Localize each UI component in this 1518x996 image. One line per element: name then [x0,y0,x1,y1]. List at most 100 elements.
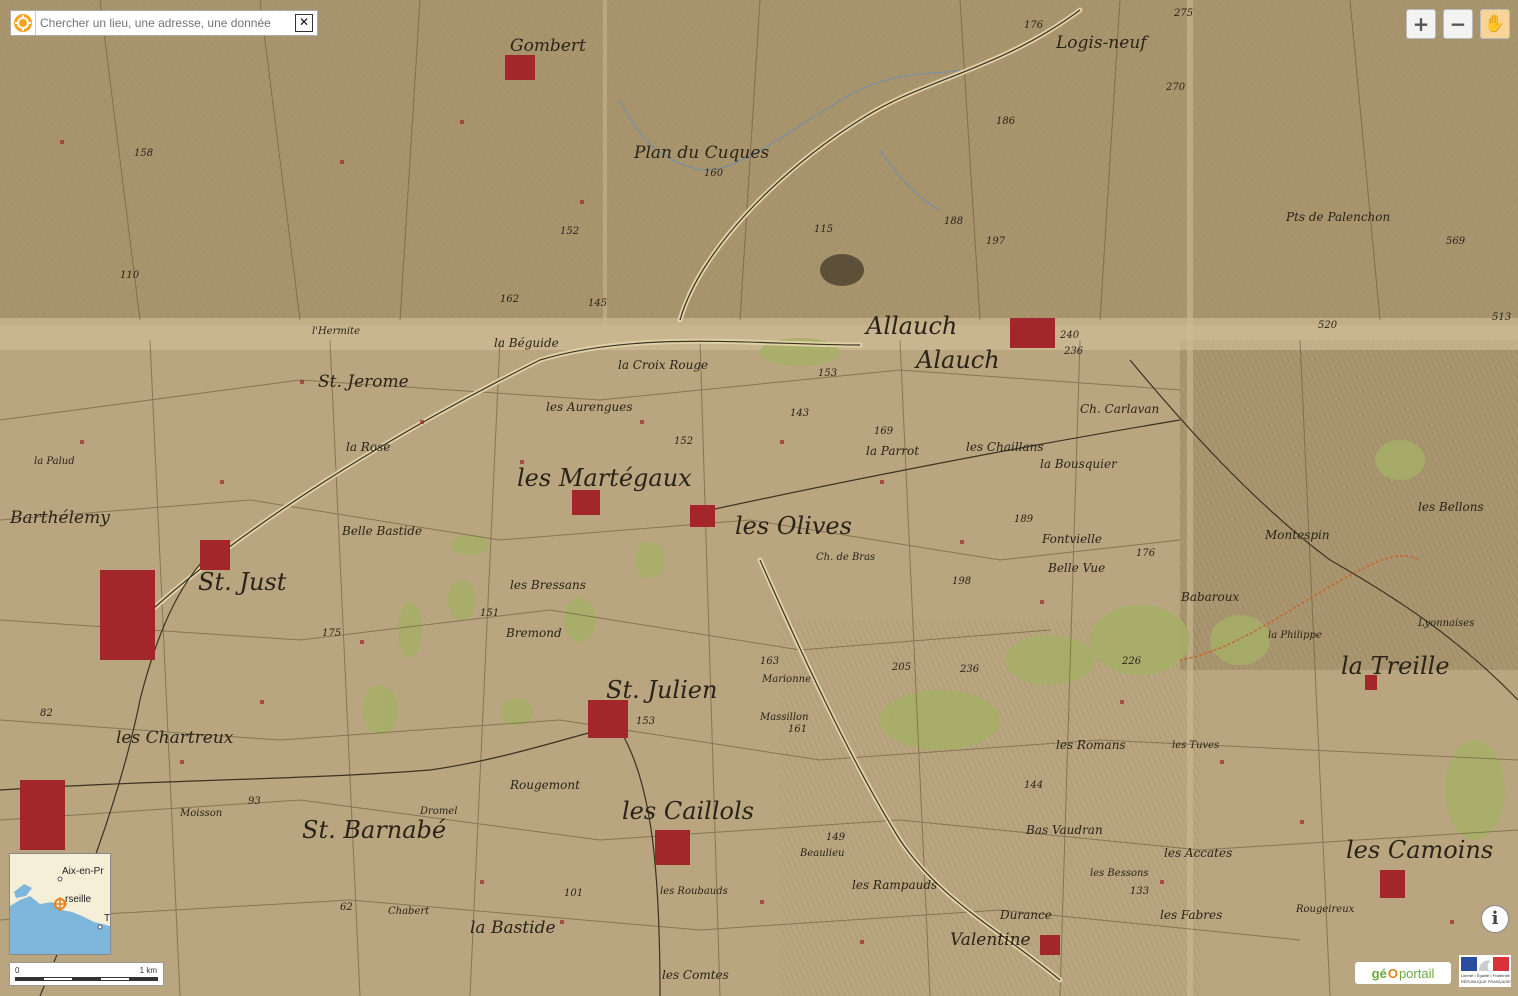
target-icon [14,14,32,32]
place-label: Marionne [762,674,811,685]
scale-zero-label: 0 [15,966,20,975]
place-label: les Aurengues [546,400,633,414]
place-label: la Bastide [470,918,556,938]
place-label: les Chaillans [966,440,1044,454]
place-label: Belle Vue [1048,561,1106,575]
place-label: Fontvielle [1042,532,1102,546]
place-label: Moisson [180,808,223,819]
place-label: Durance [1000,908,1052,922]
place-label: les Olives [735,512,852,540]
altitude-label: 152 [674,436,694,447]
geolocate-button[interactable] [11,11,36,35]
altitude-label: 198 [952,576,972,587]
info-button[interactable]: i [1481,905,1509,933]
altitude-label: 176 [1136,548,1156,559]
place-label: Dromel [420,806,458,817]
altitude-label: 133 [1130,886,1150,897]
info-icon: i [1491,908,1499,929]
republique-name: RÉPUBLIQUE FRANÇAISE [1461,979,1511,984]
place-label: les Bressans [510,578,586,592]
place-label: les Comtes [662,968,729,982]
republique-motto: Liberté • Égalité • Fraternité [1461,973,1510,978]
geoportail-logo-portail: portail [1398,965,1435,981]
altitude-label: 161 [788,724,808,735]
place-label: Alauch [916,346,1000,374]
place-label: l'Hermite [312,326,360,337]
plus-icon: + [1412,12,1430,36]
pan-tool-button[interactable]: ✋ [1480,9,1510,39]
place-label: St. Jerome [318,372,409,392]
scale-ruler [15,977,158,981]
altitude-label: 163 [760,656,780,667]
altitude-label: 152 [560,226,580,237]
altitude-label: 186 [996,116,1016,127]
zoom-out-button[interactable]: − [1443,9,1473,39]
place-label: Ch. Carlavan [1080,402,1160,416]
geoportail-logo[interactable]: gé O portail [1355,962,1451,984]
marianne-icon [1461,957,1509,971]
altitude-label: 176 [1024,20,1044,31]
place-label: Pts de Palenchon [1286,210,1391,224]
place-label: Belle Bastide [342,524,423,538]
place-label: Ch. de Bras [816,552,876,563]
altitude-label: 169 [874,426,894,437]
place-label: St. Julien [606,676,718,704]
search-box: ✕ [10,10,318,36]
altitude-label: 236 [1064,346,1084,357]
place-label: Chabert [388,906,430,917]
place-label: Rougemont [510,778,580,792]
zoom-in-button[interactable]: + [1406,9,1436,39]
place-label: Gombert [510,36,586,56]
place-label: la Treille [1341,652,1450,680]
altitude-label: 151 [480,608,500,619]
place-label: Beaulieu [800,848,845,859]
place-label: Plan du Cuques [634,143,770,163]
republique-francaise-logo[interactable]: Liberté • Égalité • Fraternité RÉPUBLIQU… [1459,955,1511,987]
overview-map[interactable]: Aix-en-Pr rseille T [9,853,111,955]
altitude-label: 149 [826,832,846,843]
altitude-label: 144 [1024,780,1044,791]
scale-km-label: 1 km [139,966,157,975]
altitude-label: 236 [960,664,980,675]
place-label: Logis-neuf [1056,33,1147,53]
place-label: les Fabres [1160,908,1223,922]
place-label: Valentine [950,930,1031,950]
place-label: St. Just [198,568,287,596]
altitude-label: 143 [790,408,810,419]
place-label: la Parrot [866,444,920,458]
place-label: la Béguide [494,336,559,350]
altitude-label: 197 [986,236,1006,247]
place-label: les Tuves [1172,740,1220,751]
overview-label: rseille [65,894,92,905]
altitude-label: 62 [340,902,353,913]
place-label: Bas Vaudran [1026,823,1103,837]
place-label: la Bousquier [1040,457,1117,471]
minus-icon: − [1449,12,1467,36]
hand-icon: ✋ [1484,14,1506,34]
overview-label: Aix-en-Pr [62,866,104,877]
altitude-label: 205 [892,662,912,673]
altitude-label: 158 [134,148,154,159]
place-label: les Bessons [1090,868,1149,879]
place-label: Massillon [760,712,809,723]
place-label: les Bellons [1418,500,1484,514]
place-label: Barthélemy [10,508,110,528]
altitude-label: 153 [636,716,656,727]
altitude-label: 93 [248,796,261,807]
place-label: les Romans [1056,738,1126,752]
altitude-label: 162 [500,294,520,305]
clear-search-button[interactable]: ✕ [295,14,313,32]
altitude-label: 275 [1174,8,1194,19]
search-input[interactable] [36,12,295,34]
altitude-label: 240 [1060,330,1080,341]
place-label: les Chartreux [116,728,234,748]
close-icon: ✕ [298,15,310,29]
geoportail-logo-o: O [1387,965,1398,981]
altitude-label: 101 [564,888,584,899]
place-label: les Rampauds [852,878,938,892]
map-canvas[interactable]: Allauch Alauch les Martégaux les Olives … [0,0,1518,996]
place-label: Babaroux [1181,590,1240,604]
altitude-label: 270 [1166,82,1186,93]
place-label: les Roubauds [660,886,728,897]
altitude-label: 569 [1446,236,1466,247]
